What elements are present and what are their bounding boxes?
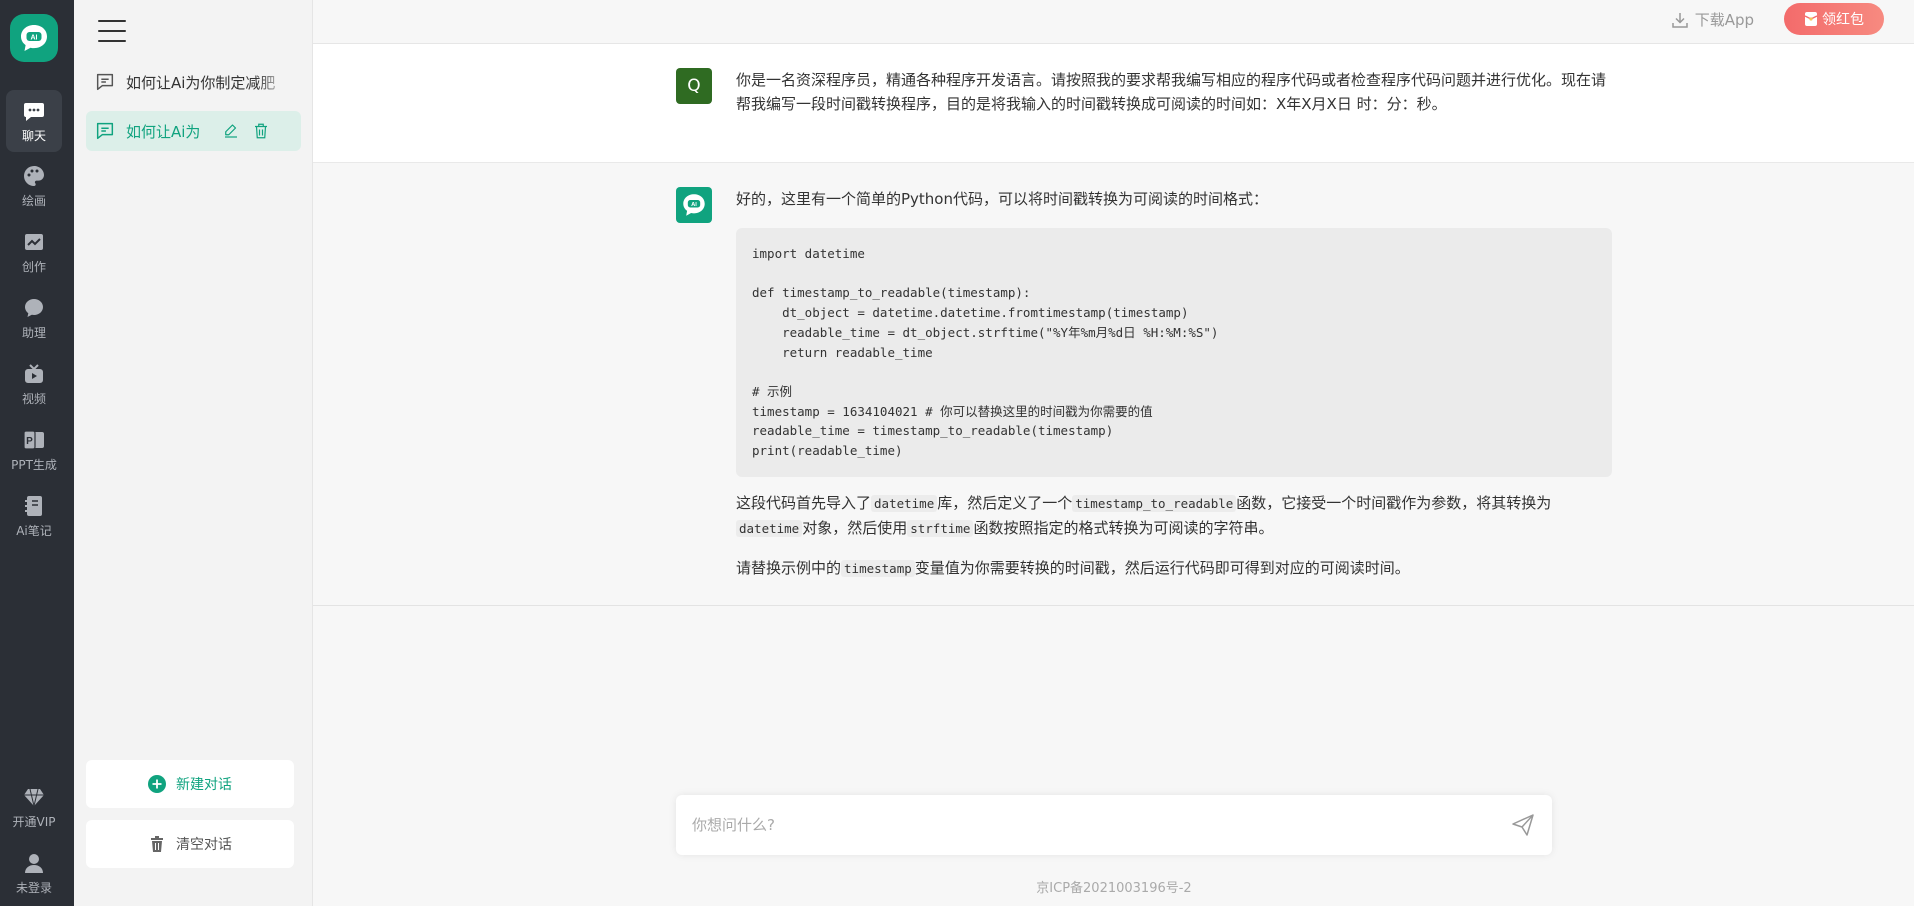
conversation-title: 如何让Ai为你制定减肥: [126, 73, 276, 92]
rail-label: 绘画: [21, 193, 46, 208]
conversation-title: 如何让Ai为: [126, 122, 201, 141]
red-packet-button[interactable]: 领红包: [1784, 3, 1884, 35]
rail-label: 聊天: [21, 128, 46, 143]
code-block: import datetime def timestamp_to_readabl…: [736, 228, 1612, 477]
rail-item-assistant[interactable]: 助理: [6, 287, 62, 349]
send-icon[interactable]: [1510, 812, 1536, 838]
message-icon: [96, 73, 114, 91]
rail-label: 开通VIP: [12, 814, 56, 829]
text-span: 函数按照指定的格式转换为可阅读的字符串。: [973, 519, 1274, 537]
conversation-item[interactable]: 如何让Ai为你制定减肥: [86, 62, 301, 102]
assistant-paragraph: 请替换示例中的 timestamp 变量值为你需要转换的时间戳，然后运行代码即可得到…: [736, 556, 1616, 581]
icp-footer[interactable]: 京ICP备2021003196号-2: [676, 877, 1552, 896]
conversation-sidebar: 如何让Ai为你制定减肥 如何让Ai为 新建对话 清空对话: [74, 0, 313, 906]
video-icon: [25, 363, 43, 383]
svg-text:AI: AI: [31, 35, 38, 42]
user-avatar: Q: [676, 68, 712, 104]
app-logo-icon[interactable]: AI: [10, 14, 58, 62]
inline-code: datetime: [736, 520, 803, 537]
delete-icon[interactable]: [252, 122, 270, 140]
user-message: Q 你是一名资深程序员，精通各种程序开发语言。请按照我的要求帮我编写相应的程序代…: [313, 44, 1914, 163]
red-envelope-icon: [1804, 12, 1818, 26]
rail-label: 未登录: [15, 880, 52, 895]
inline-code: strftime: [907, 520, 974, 537]
text-span: 对象，然后使用: [802, 519, 908, 537]
rail-item-vip[interactable]: 开通VIP: [6, 776, 62, 838]
svg-text:AI: AI: [691, 202, 697, 208]
rail-item-paint[interactable]: 绘画: [6, 155, 62, 217]
rail-item-video[interactable]: 视频: [6, 353, 62, 415]
download-app-link[interactable]: 下载App: [1671, 9, 1754, 30]
chat-icon: [24, 102, 44, 121]
edit-icon[interactable]: [222, 122, 240, 140]
left-rail: AI 聊天 绘画 创作 助理 视频 P PPT生成 Ai笔记 开通VIP 未登录: [0, 0, 74, 906]
inline-code: timestamp_to_readable: [1072, 495, 1237, 512]
new-conversation-button[interactable]: 新建对话: [86, 760, 294, 808]
user-icon: [25, 853, 43, 873]
clear-conversations-button[interactable]: 清空对话: [86, 820, 294, 868]
chart-icon: [25, 233, 43, 250]
inline-code: datetime: [871, 495, 938, 512]
assistant-icon: [25, 298, 43, 317]
conversation-item-active[interactable]: 如何让Ai为: [86, 111, 301, 151]
text-span: 这段代码首先导入了: [736, 494, 872, 512]
top-bar: 下载App 领红包: [313, 0, 1914, 44]
rail-item-chat[interactable]: 聊天: [6, 90, 62, 152]
rail-label: Ai笔记: [16, 523, 52, 538]
text-span: 请替换示例中的: [736, 559, 842, 577]
rail-label: 助理: [21, 325, 46, 340]
assistant-paragraph: 这段代码首先导入了 datetime 库，然后定义了一个 timestamp_to_r…: [736, 491, 1616, 541]
rail-label: 创作: [21, 259, 46, 274]
clear-conversations-label: 清空对话: [176, 837, 232, 853]
diamond-icon: [24, 788, 44, 806]
trash-icon: [151, 836, 163, 852]
text-span: 变量值为你需要转换的时间戳，然后运行代码即可得到对应的可阅读时间。: [914, 559, 1410, 577]
assistant-intro-text: 好的，这里有一个简单的Python代码，可以将时间戳转换为可阅读的时间格式：: [736, 190, 1268, 208]
text-span: 库，然后定义了一个: [937, 494, 1073, 512]
rail-item-notes[interactable]: Ai笔记: [6, 485, 62, 547]
text-span: 函数，它接受一个时间戳作为参数，将其转换为: [1236, 494, 1552, 512]
download-icon: [1671, 12, 1688, 28]
svg-text:P: P: [26, 436, 33, 447]
rail-item-create[interactable]: 创作: [6, 221, 62, 283]
menu-toggle-icon[interactable]: [98, 20, 126, 42]
new-conversation-label: 新建对话: [176, 777, 232, 793]
chat-input-box: [676, 795, 1552, 855]
download-app-label: 下载App: [1694, 11, 1754, 29]
red-packet-label: 领红包: [1822, 12, 1864, 28]
plus-circle-icon: [148, 775, 166, 793]
rail-label: 视频: [21, 391, 46, 406]
message-icon: [96, 122, 114, 140]
rail-item-login[interactable]: 未登录: [6, 842, 62, 904]
assistant-avatar-icon: AI: [676, 187, 712, 223]
rail-label: PPT生成: [11, 457, 57, 472]
assistant-message: AI 好的，这里有一个简单的Python代码，可以将时间戳转换为可阅读的时间格式…: [313, 163, 1914, 606]
notebook-icon: [25, 495, 42, 516]
chat-input[interactable]: [692, 795, 1472, 855]
ppt-icon: P: [23, 429, 44, 450]
palette-icon: [24, 165, 44, 186]
rail-item-ppt[interactable]: P PPT生成: [6, 419, 62, 481]
inline-code: timestamp: [841, 560, 915, 577]
user-message-text: 你是一名资深程序员，精通各种程序开发语言。请按照我的要求帮我编写相应的程序代码或…: [736, 71, 1607, 113]
